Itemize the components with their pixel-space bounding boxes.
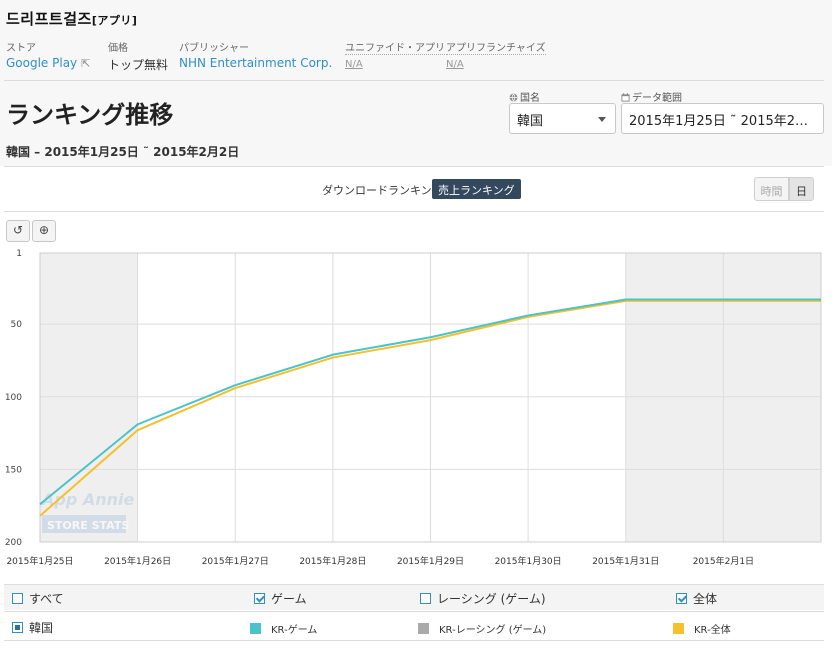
legend-series-overall[interactable]: KR-全体 (673, 621, 731, 636)
chevron-down-icon (598, 117, 606, 122)
country-select[interactable]: 韓国 (509, 103, 616, 134)
store-value[interactable]: Google Play ⇱ (6, 56, 90, 70)
granularity-hour-button[interactable]: 時間 (754, 177, 789, 201)
page-title: ランキング推移 (6, 101, 174, 129)
checkbox-icon[interactable] (420, 593, 431, 604)
legend-racing-label: レーシング (ゲーム) (437, 592, 546, 606)
series-swatch-game (250, 623, 261, 634)
store-label: ストア (6, 43, 36, 54)
legend-series-overall-label: KR-全体 (694, 625, 731, 636)
granularity-day-button[interactable]: 日 (789, 177, 814, 201)
x-tick-label: 2015年2月1日 (693, 555, 754, 567)
y-tick-label: 200 (5, 538, 22, 548)
app-name: 드리프트걸즈 (6, 10, 92, 28)
calendar-icon (621, 93, 630, 102)
price-label: 価格 (108, 43, 128, 54)
globe-icon (509, 93, 518, 102)
publisher-label: パブリッシャー (179, 43, 249, 54)
franchise-value[interactable]: N/A (446, 59, 464, 70)
unified-app-label: ユニファイド・アプリ (345, 39, 445, 55)
series-swatch-overall (673, 623, 684, 634)
checkbox-checked-icon[interactable] (676, 593, 687, 604)
page-subtitle: 韓国 – 2015年1月25日 ˜ 2015年2月2日 (6, 145, 240, 159)
store-link[interactable]: Google Play (6, 56, 77, 70)
legend-series-row: 韓国 KR-ゲーム KR-レーシング (ゲーム) KR-全体 (4, 611, 824, 641)
tab-download-ranking[interactable]: ダウンロードランキング (316, 179, 449, 199)
legend-series-racing-label: KR-レーシング (ゲーム) (439, 625, 547, 636)
legend-country-toggle[interactable]: 韓国 (12, 619, 53, 636)
legend-game-toggle[interactable]: ゲーム (254, 590, 307, 607)
tab-sales-ranking[interactable]: 売上ランキング (432, 179, 521, 199)
date-range-value: 2015年1月25日 ˜ 2015年2… (629, 114, 809, 129)
app-title: 드리프트걸즈[アプリ] (6, 8, 137, 29)
external-link-icon[interactable]: ⇱ (81, 57, 90, 70)
divider (4, 166, 824, 167)
country-filter-label: 国名 (509, 89, 540, 104)
x-tick-label: 2015年1月25日 (6, 555, 73, 567)
x-tick-label: 2015年1月27日 (202, 555, 269, 567)
checkbox-checked-icon[interactable] (254, 593, 265, 604)
x-tick-label: 2015年1月29日 (397, 555, 464, 567)
price-value: トップ無料 (108, 58, 169, 72)
series-swatch-racing (418, 623, 429, 634)
publisher-link[interactable]: NHN Entertainment Corp. (179, 56, 332, 70)
legend-racing-toggle[interactable]: レーシング (ゲーム) (420, 590, 546, 607)
y-tick-label: 50 (11, 320, 23, 330)
franchise-label: アプリフランチャイズ (446, 39, 546, 55)
x-tick-label: 2015年1月28日 (299, 555, 366, 567)
date-range-select[interactable]: 2015年1月25日 ˜ 2015年2… (621, 103, 824, 134)
x-tick-label: 2015年1月26日 (104, 555, 171, 567)
radio-selected-icon[interactable] (12, 622, 23, 633)
x-tick-label: 2015年1月30日 (495, 555, 562, 567)
x-tick-label: 2015年1月31日 (592, 555, 659, 567)
y-tick-label: 100 (5, 393, 22, 403)
divider (4, 80, 824, 81)
legend-country-label: 韓国 (29, 621, 54, 635)
legend-overall-label: 全体 (693, 592, 718, 606)
checkbox-icon[interactable] (12, 593, 23, 604)
legend-series-game[interactable]: KR-ゲーム (250, 621, 317, 636)
watermark-badge-text: STORE STATS (47, 519, 129, 532)
app-kind: [アプリ] (91, 14, 138, 27)
ranking-chart: 150100150200 2015年1月25日 2015年1月26日 2015年1月… (5, 249, 822, 567)
legend-game-label: ゲーム (271, 592, 307, 606)
legend-series-game-label: KR-ゲーム (271, 625, 318, 636)
y-tick-label: 1 (16, 249, 22, 259)
legend-all-toggle[interactable]: すべて (12, 590, 64, 607)
unified-app-value[interactable]: N/A (345, 59, 363, 70)
country-select-value: 韓国 (517, 114, 544, 129)
legend-category-row: すべて ゲーム レーシング (ゲーム) 全体 (4, 584, 824, 610)
range-filter-label: データ範囲 (621, 89, 682, 104)
legend-series-racing[interactable]: KR-レーシング (ゲーム) (418, 621, 546, 636)
legend-all-label: すべて (29, 592, 64, 606)
reset-zoom-icon[interactable]: ↺ (6, 220, 30, 242)
zoom-in-icon[interactable]: ⊕ (32, 220, 56, 242)
legend-overall-toggle[interactable]: 全体 (676, 590, 717, 607)
divider (4, 211, 824, 212)
y-tick-label: 150 (5, 465, 22, 475)
